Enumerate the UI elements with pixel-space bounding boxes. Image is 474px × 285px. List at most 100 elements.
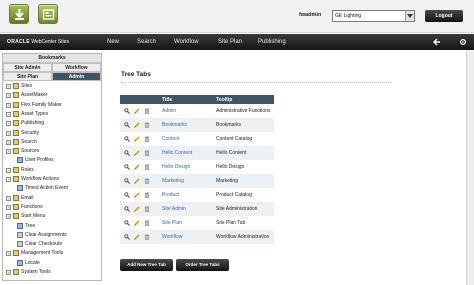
tree-item[interactable]: +Locale (3, 259, 101, 268)
tree-item[interactable]: +Timed Action Event (3, 185, 101, 193)
nav-site-plan[interactable]: Site Plan (218, 39, 242, 45)
edit-icon[interactable] (134, 163, 140, 172)
tree-item-label[interactable]: Functions (21, 204, 43, 210)
expand-icon[interactable]: + (6, 93, 11, 99)
tree-item[interactable]: + Management Tools (3, 250, 101, 258)
delete-icon[interactable] (144, 220, 150, 228)
expand-icon[interactable]: + (6, 139, 11, 145)
row-title-link[interactable]: Product (160, 188, 214, 202)
tree-item-label[interactable]: User Profiles (25, 157, 54, 163)
inspect-icon[interactable] (124, 107, 130, 116)
edit-icon[interactable] (134, 205, 140, 214)
delete-icon[interactable] (144, 150, 150, 158)
tree-item[interactable]: + Asset Types (3, 110, 101, 119)
expand-icon[interactable]: + (6, 270, 11, 275)
tree-item-label[interactable]: Roles (21, 167, 34, 173)
tree-item[interactable]: + Security (3, 129, 101, 138)
inspect-icon[interactable] (124, 163, 130, 172)
delete-icon[interactable] (144, 206, 150, 214)
expand-icon[interactable]: + (6, 251, 11, 257)
tree-item-label[interactable]: Management Tools (21, 250, 63, 256)
tree-item[interactable]: +Clear Checkouts (3, 241, 101, 249)
tree-item-label[interactable]: Email (21, 195, 34, 201)
tree-item-label[interactable]: Publishing (21, 120, 44, 126)
edit-icon[interactable] (134, 219, 140, 228)
tree-item[interactable]: + Flex Family Maker (3, 101, 101, 110)
tree-item[interactable]: + Email (3, 194, 101, 203)
tab-site-admin[interactable]: Site Admin (3, 63, 52, 72)
tree-item-label[interactable]: Clear Assignments (25, 232, 67, 238)
edit-icon[interactable] (134, 107, 140, 116)
tree-item[interactable]: + Publishing (3, 120, 101, 128)
inspect-icon[interactable] (124, 149, 130, 158)
inspect-icon[interactable] (124, 219, 130, 228)
expand-icon[interactable]: + (6, 204, 11, 210)
expand-icon[interactable]: + (6, 84, 11, 89)
tree-item[interactable]: +Tree (3, 222, 101, 231)
delete-icon[interactable] (144, 192, 150, 200)
tree-item-label[interactable]: Start Menu (21, 213, 45, 219)
tree-item[interactable]: + Search (3, 138, 101, 147)
tree-item-label[interactable]: Asset Types (21, 111, 48, 117)
tree-item[interactable]: + AssetMaker (3, 92, 101, 100)
tree-item-label[interactable]: Security (21, 130, 39, 136)
tree-item[interactable]: +User Profiles (3, 157, 101, 165)
row-title-link[interactable]: Admin (160, 104, 214, 118)
expand-icon[interactable]: + (6, 111, 11, 117)
tree-item-label[interactable]: Workflow Actions (21, 176, 59, 182)
tree-item-label[interactable]: Flex Family Maker (21, 102, 62, 108)
nav-publishing[interactable]: Publishing (258, 39, 286, 45)
tree-item[interactable]: + Workflow Actions (3, 176, 101, 184)
row-title-link[interactable]: Site Plan (160, 216, 214, 230)
expand-icon[interactable]: + (6, 177, 11, 182)
site-select[interactable]: GE Lighting (332, 10, 415, 22)
inspect-icon[interactable] (124, 135, 130, 144)
nav-new[interactable]: New (107, 39, 119, 45)
row-title-link[interactable]: Marketing (160, 174, 214, 188)
contributor-interface-icon[interactable] (9, 4, 29, 24)
inspect-icon[interactable] (124, 205, 130, 214)
inspect-icon[interactable] (124, 121, 130, 130)
admin-interface-icon[interactable] (38, 4, 58, 24)
tab-admin[interactable]: Admin (52, 72, 101, 81)
tab-site-plan[interactable]: Site Plan (3, 72, 52, 81)
tree-item-label[interactable]: Sites (21, 83, 32, 89)
expand-icon[interactable]: + (6, 195, 11, 201)
edit-icon[interactable] (134, 191, 140, 200)
edit-icon[interactable] (134, 149, 140, 158)
delete-icon[interactable] (144, 108, 150, 116)
edit-icon[interactable] (134, 121, 140, 130)
tree-item[interactable]: + Sources (3, 148, 101, 156)
tree-item[interactable]: +Clear Assignments (3, 231, 101, 240)
expand-icon[interactable]: + (6, 167, 11, 173)
tree-item[interactable]: + Start Menu (3, 213, 101, 221)
row-title-link[interactable]: Workflow (160, 230, 214, 244)
tree-item[interactable]: + System Tools (3, 269, 101, 277)
delete-icon[interactable] (144, 234, 150, 242)
delete-icon[interactable] (144, 136, 150, 144)
row-title-link[interactable]: Site Admin (160, 202, 214, 216)
tab-workflow[interactable]: Workflow (52, 63, 101, 72)
inspect-icon[interactable] (124, 233, 130, 242)
tree-item-label[interactable]: Search (21, 139, 37, 145)
tree-item[interactable]: + Roles (3, 166, 101, 175)
expand-icon[interactable]: + (6, 214, 11, 220)
row-title-link[interactable]: Bookmarks (160, 118, 214, 132)
tree-item-label[interactable]: System Tools (21, 269, 51, 275)
nav-search[interactable]: Search (137, 39, 156, 45)
bookmarks-header[interactable]: Bookmarks (3, 54, 101, 63)
settings-icon[interactable] (459, 38, 467, 46)
tree-item-label[interactable]: Sources (21, 148, 39, 154)
logout-button[interactable]: Logout (425, 10, 463, 22)
expand-icon[interactable]: + (6, 149, 11, 155)
order-tree-tabs-button[interactable]: Order Tree Tabs (176, 259, 229, 271)
row-title-link[interactable]: Hello Content (160, 146, 214, 160)
delete-icon[interactable] (144, 164, 150, 172)
tree-item-label[interactable]: Timed Action Event (25, 185, 68, 191)
expand-icon[interactable]: + (6, 102, 11, 108)
nav-workflow[interactable]: Workflow (174, 39, 199, 45)
expand-icon[interactable]: + (6, 121, 11, 127)
tree-item[interactable]: + Functions (3, 203, 101, 212)
expand-icon[interactable]: + (6, 130, 11, 136)
row-title-link[interactable]: Content (160, 132, 214, 146)
